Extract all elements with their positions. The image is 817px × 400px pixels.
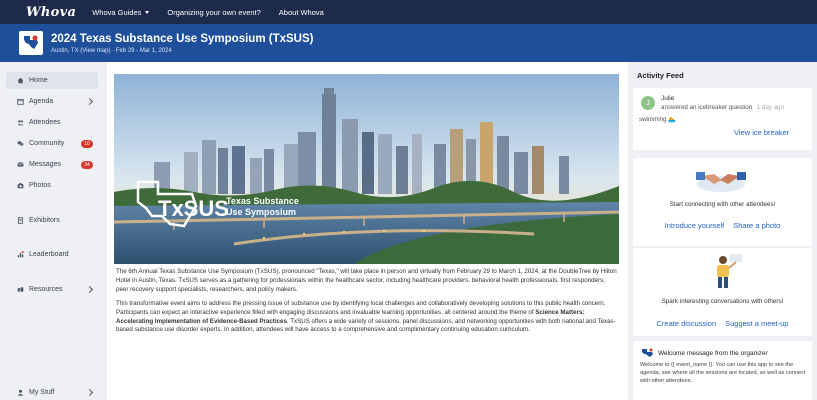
attendees-icon bbox=[17, 120, 24, 126]
sidebar-item-leaderboard[interactable]: Leaderboard bbox=[6, 246, 98, 263]
community-badge: 10 bbox=[81, 139, 93, 148]
sidebar-item-label: My Stuff bbox=[29, 389, 55, 396]
sidebar-item-agenda[interactable]: Agenda bbox=[6, 93, 98, 110]
sidebar-item-label: Messages bbox=[29, 161, 61, 168]
sidebar-item-label: Community bbox=[29, 140, 65, 147]
event-title: 2024 Texas Substance Use Symposium (TxSU… bbox=[51, 32, 314, 45]
welcome-body: Welcome to {{ event_name }}. You can use… bbox=[640, 362, 806, 384]
messages-badge: 34 bbox=[81, 160, 93, 169]
txsus-logo-text: TxSUS bbox=[158, 196, 229, 221]
event-location: Austin, TX bbox=[51, 47, 79, 54]
agenda-icon bbox=[17, 98, 24, 105]
event-description: The 6th Annual Texas Substance Use Sympo… bbox=[116, 268, 618, 340]
organizing-event-link[interactable]: Organizing your own event? bbox=[167, 8, 260, 17]
whova-logo[interactable]: Whova bbox=[26, 5, 76, 20]
introduce-yourself-link[interactable]: Introduce yourself bbox=[665, 221, 725, 230]
sidebar-item-label: Attendees bbox=[29, 119, 61, 126]
sidebar-item-label: Photos bbox=[29, 182, 51, 189]
txsus-logo-line2: Use Symposium bbox=[226, 207, 296, 217]
event-header: 2024 Texas Substance Use Symposium (TxSU… bbox=[0, 24, 817, 62]
event-dates: Feb 29 - Mar 1, 2024 bbox=[115, 47, 172, 54]
about-whova-link[interactable]: About Whova bbox=[279, 8, 324, 17]
chevron-right-icon bbox=[85, 285, 94, 294]
home-icon bbox=[17, 77, 24, 84]
resources-icon bbox=[17, 287, 24, 292]
sidebar-item-label: Home bbox=[29, 77, 48, 84]
user-icon bbox=[17, 389, 24, 396]
sidebar-item-label: Resources bbox=[29, 286, 63, 293]
sidebar: Home Agenda Attendees Community 10 Messa… bbox=[0, 62, 107, 400]
whova-guides-label: Whova Guides bbox=[92, 7, 142, 17]
icebreaker-card: J Julie answered an icebreaker question … bbox=[633, 88, 812, 150]
icebreaker-author: Julie bbox=[661, 95, 675, 102]
exhibitors-icon bbox=[17, 217, 24, 224]
sidebar-item-home[interactable]: Home bbox=[6, 72, 98, 89]
sidebar-item-label: Agenda bbox=[29, 98, 54, 105]
handshake-icon bbox=[696, 172, 746, 192]
sidebar-item-label: Exhibitors bbox=[29, 217, 60, 224]
sidebar-item-my-stuff[interactable]: My Stuff bbox=[6, 384, 98, 400]
sidebar-item-community[interactable]: Community 10 bbox=[6, 135, 98, 152]
avatar: J bbox=[641, 96, 655, 110]
connect-card: Start connecting with other attendees! I… bbox=[633, 158, 812, 246]
activity-feed: Activity Feed J Julie answered an icebre… bbox=[628, 62, 817, 400]
chevron-right-icon bbox=[85, 97, 94, 106]
sidebar-item-resources[interactable]: Resources bbox=[6, 281, 98, 298]
create-discussion-link[interactable]: Create discussion bbox=[657, 319, 717, 328]
description-paragraph-2: This transformative event aims to addres… bbox=[116, 299, 616, 334]
event-logo-icon bbox=[642, 348, 653, 357]
share-photo-link[interactable]: Share a photo bbox=[733, 221, 780, 230]
icebreaker-answer: swimming 🏊 bbox=[639, 116, 676, 123]
spark-card-title: Spark interesting conversations with oth… bbox=[661, 298, 784, 305]
activity-feed-title: Activity Feed bbox=[637, 71, 684, 80]
top-navigation-bar: Whova Whova Guides Organizing your own e… bbox=[0, 0, 817, 24]
leaderboard-icon bbox=[17, 251, 24, 258]
sidebar-item-exhibitors[interactable]: Exhibitors bbox=[6, 212, 98, 229]
sidebar-item-messages[interactable]: Messages 34 bbox=[6, 156, 98, 173]
connect-card-title: Start connecting with other attendees! bbox=[669, 201, 776, 208]
whova-guides-menu[interactable]: Whova Guides bbox=[92, 7, 150, 17]
view-map-link[interactable]: (View map) bbox=[80, 48, 110, 54]
icebreaker-time: 1 day ago bbox=[756, 104, 785, 111]
description-paragraph-1: The 6th Annual Texas Substance Use Sympo… bbox=[116, 268, 617, 293]
chevron-right-icon bbox=[85, 388, 94, 397]
sidebar-item-label: Leaderboard bbox=[29, 251, 69, 258]
austin-skyline-image: TxSUS Texas Substance Use Symposium bbox=[114, 74, 619, 264]
txsus-logo-line1: Texas Substance bbox=[226, 196, 299, 206]
welcome-title: Welcome message from the organizer bbox=[658, 350, 768, 357]
icebreaker-action: answered an icebreaker question bbox=[661, 104, 753, 111]
welcome-card: Welcome message from the organizer Welco… bbox=[633, 341, 812, 400]
chevron-down-icon bbox=[145, 10, 150, 14]
person-waving-icon bbox=[717, 254, 742, 288]
camera-icon bbox=[17, 183, 24, 189]
sidebar-item-photos[interactable]: Photos bbox=[6, 177, 98, 194]
spark-card: Spark interesting conversations with oth… bbox=[633, 248, 812, 336]
main-content: TxSUS Texas Substance Use Symposium The … bbox=[107, 62, 628, 400]
event-subtitle: Austin, TX (View map) · Feb 29 - Mar 1, … bbox=[51, 47, 172, 54]
messages-icon bbox=[17, 162, 24, 167]
sidebar-item-attendees[interactable]: Attendees bbox=[6, 114, 98, 131]
community-icon bbox=[17, 141, 24, 146]
event-logo-icon bbox=[19, 31, 43, 55]
suggest-meetup-link[interactable]: Suggest a meet-up bbox=[725, 319, 788, 328]
view-icebreaker-link[interactable]: View ice breaker bbox=[734, 128, 789, 137]
